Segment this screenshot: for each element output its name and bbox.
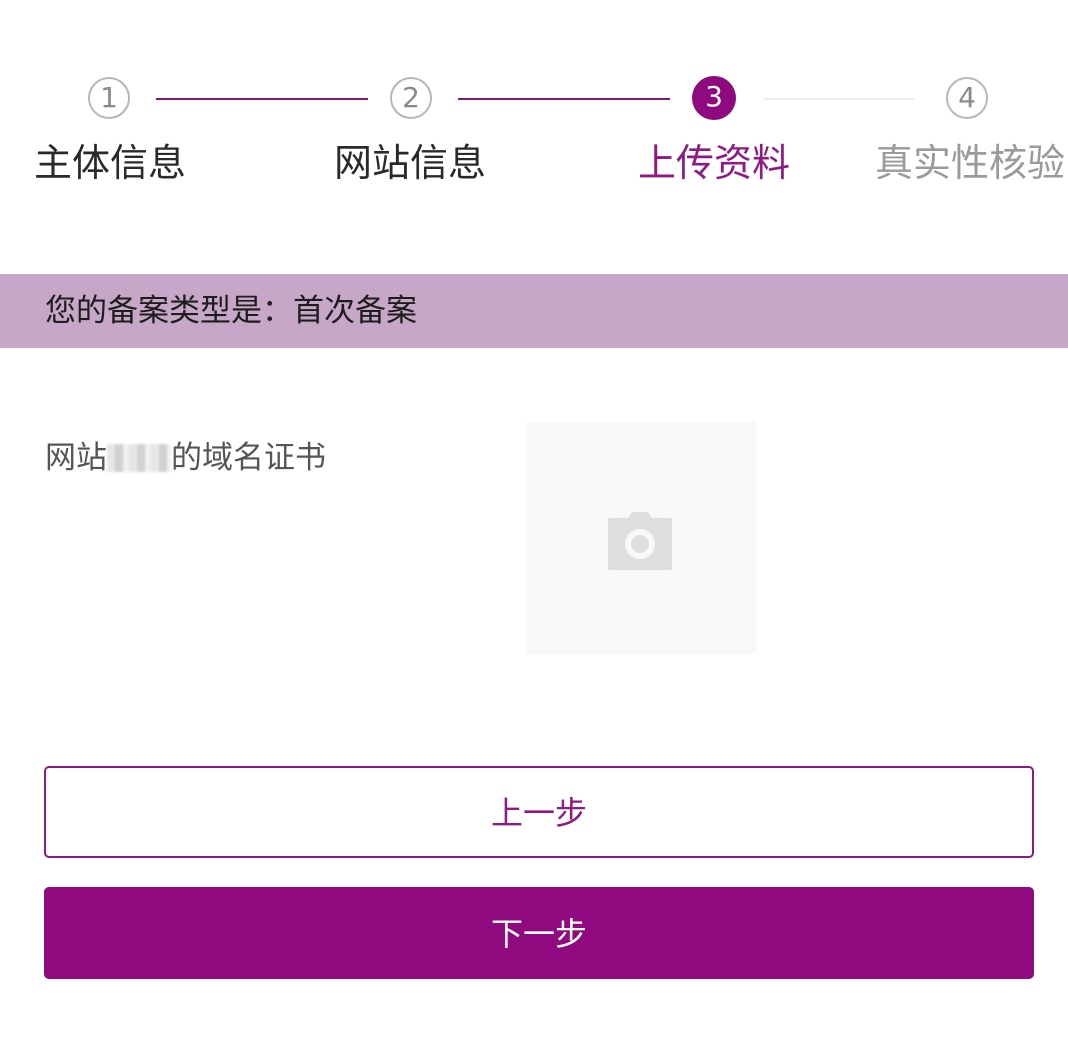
step-2-label: 网站信息 [334,141,487,185]
step-1-label: 主体信息 [34,141,187,185]
domain-certificate-upload[interactable] [526,422,756,654]
step-1-circle: 1 [88,77,130,119]
label-prefix: 网站 [45,440,107,476]
step-connector-3 [764,98,914,100]
previous-step-button[interactable]: 上一步 [44,766,1034,858]
step-3-label: 上传资料 [638,141,791,185]
step-connector-2 [458,98,670,100]
step-4-circle: 4 [946,77,988,119]
label-suffix: 的域名证书 [171,440,326,476]
redacted-text [107,444,171,472]
camera-icon [608,512,672,570]
step-3-circle: 3 [692,76,736,120]
step-progress: 1 2 3 4 主体信息 网站信息 上传资料 真实性核验 [0,0,1068,240]
next-step-button[interactable]: 下一步 [44,887,1034,979]
filing-type-text: 您的备案类型是：首次备案 [45,293,417,329]
domain-certificate-label: 网站 的域名证书 [45,436,326,480]
step-4-label: 真实性核验 [875,141,1066,185]
step-connector-1 [156,98,368,100]
filing-type-banner: 您的备案类型是：首次备案 [0,274,1068,348]
step-2-circle: 2 [390,77,432,119]
